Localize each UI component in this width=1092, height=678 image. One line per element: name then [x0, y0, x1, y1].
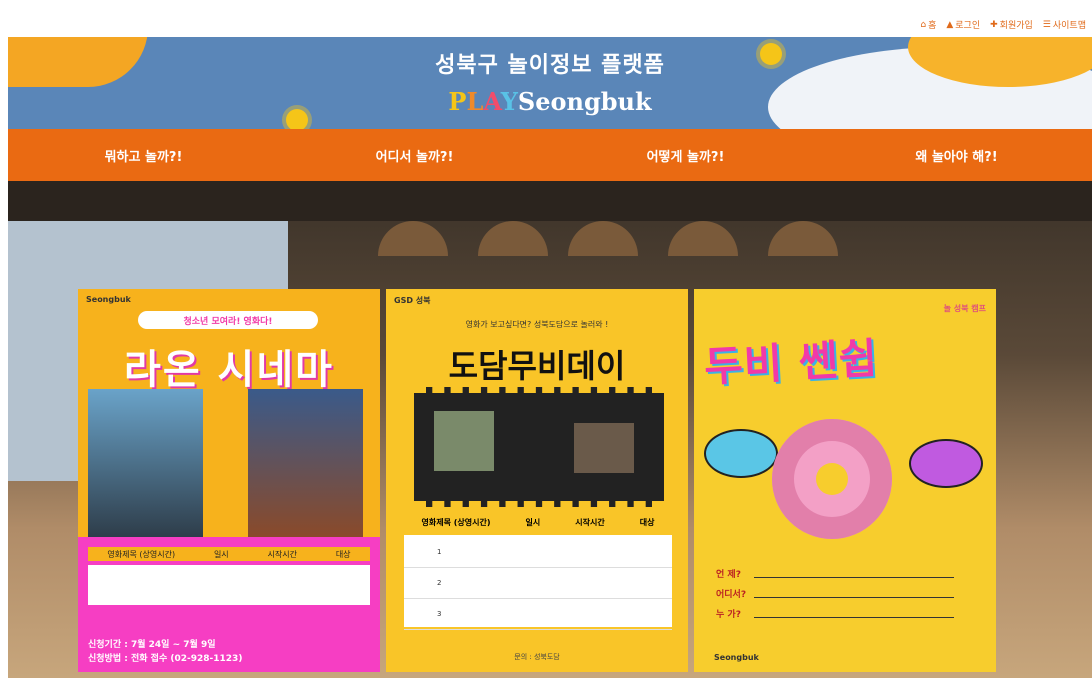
- lamp: [568, 221, 638, 256]
- speech-bubble: [909, 439, 983, 488]
- brand-label: Seongbuk: [714, 653, 759, 662]
- lamp: [668, 221, 738, 256]
- login-link[interactable]: ▲ 로그인: [946, 18, 980, 32]
- top-utility-bar: ⌂ 홈 ▲ 로그인 ✚ 회원가입 ☰ 사이트맵: [0, 0, 1092, 37]
- main-nav: 뭐하고 놀까?! 어디서 놀까?! 어떻게 놀까?! 왜 놀아야 해?!: [8, 129, 1092, 181]
- nav-item-where[interactable]: 어디서 놀까?!: [279, 129, 550, 181]
- login-icon: ▲: [946, 19, 954, 30]
- poster-title: 라온 시네마: [124, 347, 334, 393]
- lamp: [478, 221, 548, 256]
- schedule-header: 영화제목 (상영시간) 일시 시작시간 대상: [88, 547, 370, 561]
- poster-dodam-movie-day[interactable]: GSD 성북 영화가 보고싶다면? 성북도담으로 놀러와 ! 도담무비데이 영화…: [386, 289, 688, 672]
- schedule-rows: [88, 565, 370, 605]
- corner-label: 놀 성북 캠프: [943, 304, 986, 313]
- home-icon: ⌂: [920, 19, 927, 30]
- ceiling: [8, 181, 1092, 221]
- join-link[interactable]: ✚ 회원가입: [990, 18, 1033, 32]
- divider: [754, 617, 954, 618]
- question-when: 언 제?: [716, 570, 741, 580]
- poster-tag: 청소년 모여라! 영화다!: [138, 311, 318, 329]
- poster-title: 도담무비데이: [448, 347, 626, 385]
- nav-item-what[interactable]: 뭐하고 놀까?!: [8, 129, 279, 181]
- apply-period: 신청기간 : 7월 24일 ~ 7월 9일: [88, 640, 216, 650]
- nav-item-how[interactable]: 어떻게 놀까?!: [550, 129, 821, 181]
- schedule-table: 영화제목 (상영시간) 일시 시작시간 대상 1 2 3: [404, 509, 672, 630]
- table-row: 1: [404, 537, 672, 568]
- lamp: [768, 221, 838, 256]
- poster-carousel: Seongbuk 청소년 모여라! 영화다! 라온 시네마 영화제목 (상영시간…: [78, 289, 996, 672]
- table-row: 2: [404, 568, 672, 599]
- sitemap-link[interactable]: ☰ 사이트맵: [1042, 18, 1086, 32]
- movie-poster-image: [88, 389, 203, 537]
- apply-method: 신청방법 : 전화 접수 (02-928-1123): [88, 654, 243, 664]
- poster-title: 두비 쎈쉽: [702, 333, 880, 392]
- home-link[interactable]: ⌂ 홈: [920, 18, 936, 32]
- header-banner: 성북구 놀이정보 플랫폼 PLAYSeongbuk: [8, 37, 1092, 129]
- top-links: ⌂ 홈 ▲ 로그인 ✚ 회원가입 ☰ 사이트맵: [920, 18, 1086, 32]
- table-row: 3: [404, 599, 672, 630]
- movie-still-image: [574, 423, 634, 473]
- donut-illustration: [772, 419, 892, 539]
- speech-bubble: [704, 429, 778, 478]
- question-who: 누 가?: [716, 610, 741, 620]
- nav-item-why[interactable]: 왜 놀아야 해?!: [821, 129, 1092, 181]
- brand-label: GSD 성북: [394, 296, 431, 305]
- brand-label: Seongbuk: [86, 295, 131, 304]
- hero-background: Seongbuk 청소년 모여라! 영화다! 라온 시네마 영화제목 (상영시간…: [8, 181, 1092, 678]
- table-header: 영화제목 (상영시간) 일시 시작시간 대상: [404, 509, 672, 537]
- poster-footer: 문의 : 성북도담: [514, 653, 560, 661]
- sitemap-icon: ☰: [1042, 19, 1051, 30]
- poster-raon-cinema[interactable]: Seongbuk 청소년 모여라! 영화다! 라온 시네마 영화제목 (상영시간…: [78, 289, 380, 672]
- join-icon: ✚: [990, 19, 998, 30]
- movie-still-image: [434, 411, 494, 471]
- divider: [754, 577, 954, 578]
- site-logo[interactable]: PLAYSeongbuk: [8, 87, 1092, 116]
- movie-poster-image: [248, 389, 363, 537]
- poster-subtitle: 영화가 보고싶다면? 성북도담으로 놀러와 !: [465, 320, 609, 329]
- site-title: 성북구 놀이정보 플랫폼: [435, 52, 665, 78]
- poster-head: Seongbuk 청소년 모여라! 영화다! 라온 시네마: [78, 289, 380, 537]
- question-where: 어디서?: [716, 590, 747, 600]
- lamp: [378, 221, 448, 256]
- divider: [754, 597, 954, 598]
- poster-dubi-ssenship[interactable]: 놀 성북 캠프 두비 쎈쉽 언 제? 어디서? 누 가? Seongbuk: [694, 289, 996, 672]
- film-strip: [414, 387, 664, 507]
